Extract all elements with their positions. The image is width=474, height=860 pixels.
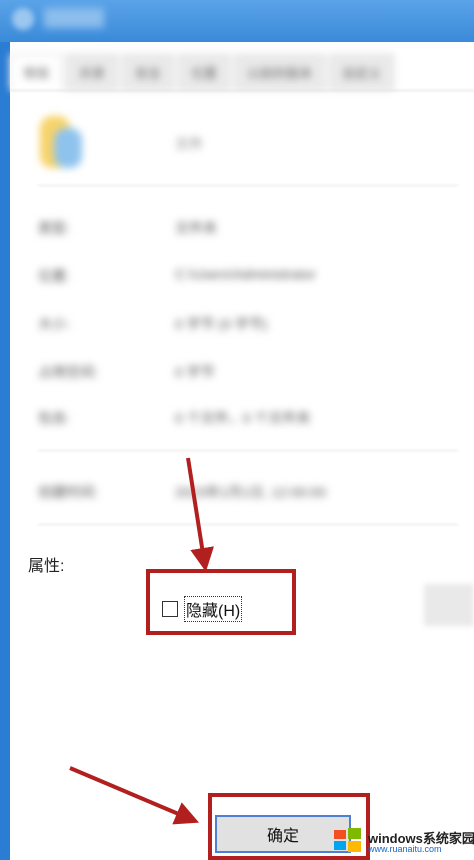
tab-customize[interactable]: 自定义	[329, 54, 395, 90]
file-name: 文件	[175, 136, 203, 152]
type-label: 类型:	[38, 220, 70, 236]
window-titlebar	[0, 0, 474, 42]
size-on-disk-value: 0 字节	[175, 364, 215, 380]
windows-logo-icon	[334, 828, 361, 852]
divider	[38, 524, 458, 525]
divider	[38, 450, 458, 451]
tab-sharing[interactable]: 共享	[66, 54, 119, 90]
created-value: 2023年1月1日, 12:00:00	[175, 484, 326, 500]
highlight-box-hidden	[146, 569, 296, 635]
tab-location[interactable]: 位置	[178, 54, 231, 90]
contains-value: 0 个文件，0 个文件夹	[175, 410, 311, 426]
type-value: 文件夹	[175, 220, 217, 236]
folder-icon	[12, 8, 34, 30]
tab-bar: 常规 共享 安全 位置 以前的版本 自定义	[10, 54, 474, 90]
location-label: 位置:	[38, 268, 70, 284]
watermark: windows系统家园 www.ruanaitu.com	[328, 822, 474, 860]
tab-panel-border	[10, 90, 474, 91]
tab-general[interactable]: 常规	[10, 54, 63, 90]
window-title	[44, 8, 104, 28]
properties-dialog: 常规 共享 安全 位置 以前的版本 自定义 文件 类型: 文件夹 位置: C:\…	[10, 42, 474, 860]
size-on-disk-label: 占用空间:	[38, 364, 98, 380]
size-label: 大小:	[38, 316, 70, 332]
advanced-button[interactable]	[424, 584, 474, 626]
created-label: 创建时间:	[38, 484, 98, 500]
watermark-url: www.ruanaitu.com	[368, 844, 442, 854]
divider	[38, 185, 458, 186]
folder-large-icon	[40, 116, 84, 172]
attributes-label: 属性:	[28, 558, 65, 575]
tab-previous-versions[interactable]: 以前的版本	[234, 54, 326, 90]
tab-security[interactable]: 安全	[122, 54, 175, 90]
location-value: C:\Users\Administrator	[175, 266, 316, 282]
contains-label: 包含:	[38, 410, 70, 426]
size-value: 0 字节 (0 字节)	[175, 316, 268, 332]
